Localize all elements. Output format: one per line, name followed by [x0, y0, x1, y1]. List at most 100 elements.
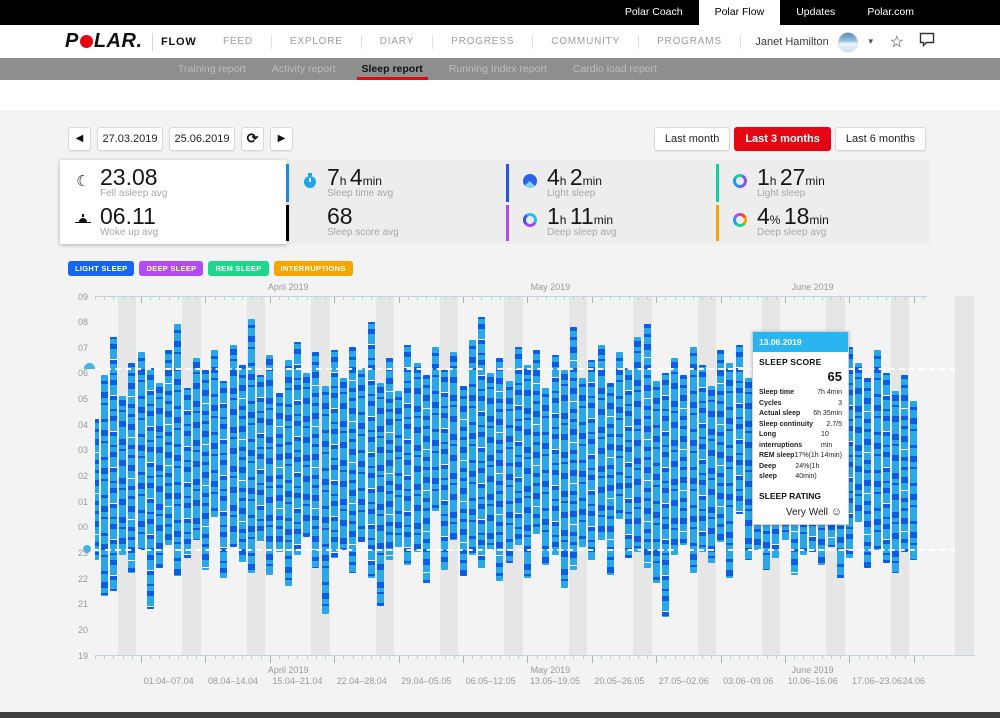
subnav-tab-activity-report[interactable]: Activity report — [259, 58, 349, 80]
sleep-bar[interactable] — [542, 388, 549, 565]
subnav-tab-running-index-report[interactable]: Running Index report — [436, 58, 560, 80]
sleep-bar[interactable] — [506, 381, 513, 563]
sleep-bar[interactable] — [588, 360, 595, 560]
sleep-bar[interactable] — [616, 352, 623, 519]
nav-item-progress[interactable]: PROGRESS — [433, 35, 533, 49]
sleep-bar[interactable] — [570, 327, 577, 571]
top-tab-polar-flow[interactable]: Polar Flow — [699, 0, 781, 25]
subnav-tab-sleep-report[interactable]: Sleep report — [349, 58, 436, 80]
nav-item-programs[interactable]: PROGRAMS — [639, 35, 741, 49]
sleep-bar[interactable] — [717, 350, 724, 542]
sleep-bar[interactable] — [671, 358, 678, 555]
next-period-button[interactable]: ▶ — [270, 127, 293, 151]
sleep-bar[interactable] — [680, 375, 687, 544]
range-button-last-6-months[interactable]: Last 6 months — [835, 127, 926, 151]
date-from-input[interactable]: 27.03.2019 — [97, 127, 163, 151]
sleep-bar[interactable] — [450, 352, 457, 539]
sleep-bar[interactable] — [496, 358, 503, 581]
sleep-bar[interactable] — [653, 381, 660, 584]
sleep-bar[interactable] — [855, 363, 862, 522]
sleep-bar[interactable] — [193, 358, 200, 540]
sleep-bar[interactable] — [533, 350, 540, 535]
sleep-bar[interactable] — [211, 350, 218, 517]
sleep-bar[interactable] — [598, 345, 605, 540]
sleep-bar[interactable] — [864, 378, 871, 568]
sleep-bar[interactable] — [368, 322, 375, 578]
nav-item-community[interactable]: COMMUNITY — [533, 35, 639, 49]
sleep-bar[interactable] — [230, 345, 237, 548]
sleep-bar[interactable] — [395, 391, 402, 547]
sleep-bar[interactable] — [690, 347, 697, 573]
sleep-bar[interactable] — [174, 324, 181, 575]
sleep-bar[interactable] — [138, 352, 145, 549]
sleep-bar[interactable] — [386, 358, 393, 561]
sleep-bar[interactable] — [257, 375, 264, 542]
sleep-bar[interactable] — [524, 365, 531, 578]
legend-chip-interruptions[interactable]: INTERRUPTIONS — [274, 261, 353, 276]
sleep-bar[interactable] — [414, 363, 421, 553]
sleep-bar[interactable] — [910, 401, 917, 560]
sleep-bar[interactable] — [276, 393, 283, 552]
sleep-bar[interactable] — [745, 378, 752, 560]
sleep-bar[interactable] — [552, 355, 559, 555]
sleep-bar[interactable] — [478, 317, 485, 568]
sleep-bar[interactable] — [423, 375, 430, 583]
range-button-last-month[interactable]: Last month — [654, 127, 730, 151]
sleep-bar[interactable] — [331, 350, 338, 558]
sleep-bar[interactable] — [202, 370, 209, 570]
user-name[interactable]: Janet Hamilton — [755, 36, 828, 48]
sleep-bar[interactable] — [266, 355, 273, 576]
top-tab-updates[interactable]: Updates — [780, 0, 851, 25]
sleep-bar[interactable] — [349, 347, 356, 573]
sleep-bar[interactable] — [874, 350, 881, 550]
sleep-bar[interactable] — [726, 363, 733, 578]
legend-chip-deep-sleep[interactable]: DEEP SLEEP — [139, 261, 203, 276]
sleep-bar[interactable] — [377, 383, 384, 606]
sleep-bar[interactable] — [239, 365, 246, 562]
sleep-bar[interactable] — [892, 391, 899, 573]
sleep-bar[interactable] — [95, 419, 99, 560]
sleep-bar[interactable] — [322, 386, 329, 614]
sleep-bar[interactable] — [165, 350, 172, 545]
legend-chip-light-sleep[interactable]: LIGHT SLEEP — [68, 261, 134, 276]
nav-item-diary[interactable]: DIARY — [362, 35, 433, 49]
sleep-bar[interactable] — [312, 352, 319, 567]
sleep-bar[interactable] — [515, 347, 522, 544]
chevron-down-icon[interactable]: ▼ — [867, 37, 875, 46]
sleep-bar[interactable] — [644, 324, 651, 568]
sleep-bar[interactable] — [561, 370, 568, 588]
sleep-bar[interactable] — [248, 319, 255, 573]
legend-chip-rem-sleep[interactable]: REM SLEEP — [208, 261, 268, 276]
sleep-bar[interactable] — [294, 342, 301, 555]
date-to-input[interactable]: 25.06.2019 — [169, 127, 235, 151]
sleep-bar[interactable] — [147, 368, 154, 609]
sleep-bar[interactable] — [110, 337, 117, 591]
prev-period-button[interactable]: ◀ — [68, 127, 91, 151]
sleep-bar[interactable] — [340, 378, 347, 550]
sleep-bar[interactable] — [487, 373, 494, 550]
sleep-bar[interactable] — [101, 375, 108, 596]
nav-item-explore[interactable]: EXPLORE — [272, 35, 362, 49]
sleep-bar[interactable] — [460, 386, 467, 576]
sleep-bar[interactable] — [156, 383, 163, 568]
sleep-bar[interactable] — [469, 340, 476, 555]
sleep-bar[interactable] — [607, 383, 614, 575]
subnav-tab-training-report[interactable]: Training report — [165, 58, 259, 80]
sleep-bar[interactable] — [708, 386, 715, 563]
sleep-bar[interactable] — [303, 373, 310, 537]
sleep-bar[interactable] — [699, 365, 706, 552]
sleep-bar[interactable] — [119, 396, 126, 555]
sleep-bar[interactable] — [625, 368, 632, 558]
favorite-star-icon[interactable]: ☆ — [890, 32, 904, 52]
refresh-icon[interactable]: ⟳ — [241, 127, 264, 151]
sleep-bar[interactable] — [579, 378, 586, 547]
sleep-bar[interactable] — [128, 363, 135, 573]
sleep-bar[interactable] — [404, 345, 411, 566]
avatar[interactable] — [838, 32, 858, 52]
subnav-tab-cardio-load-report[interactable]: Cardio load report — [560, 58, 670, 80]
sleep-bar[interactable] — [883, 373, 890, 563]
feedback-chat-icon[interactable] — [919, 32, 935, 52]
sleep-bar[interactable] — [184, 388, 191, 557]
sleep-bar[interactable] — [662, 373, 669, 617]
sleep-bar[interactable] — [432, 347, 439, 511]
